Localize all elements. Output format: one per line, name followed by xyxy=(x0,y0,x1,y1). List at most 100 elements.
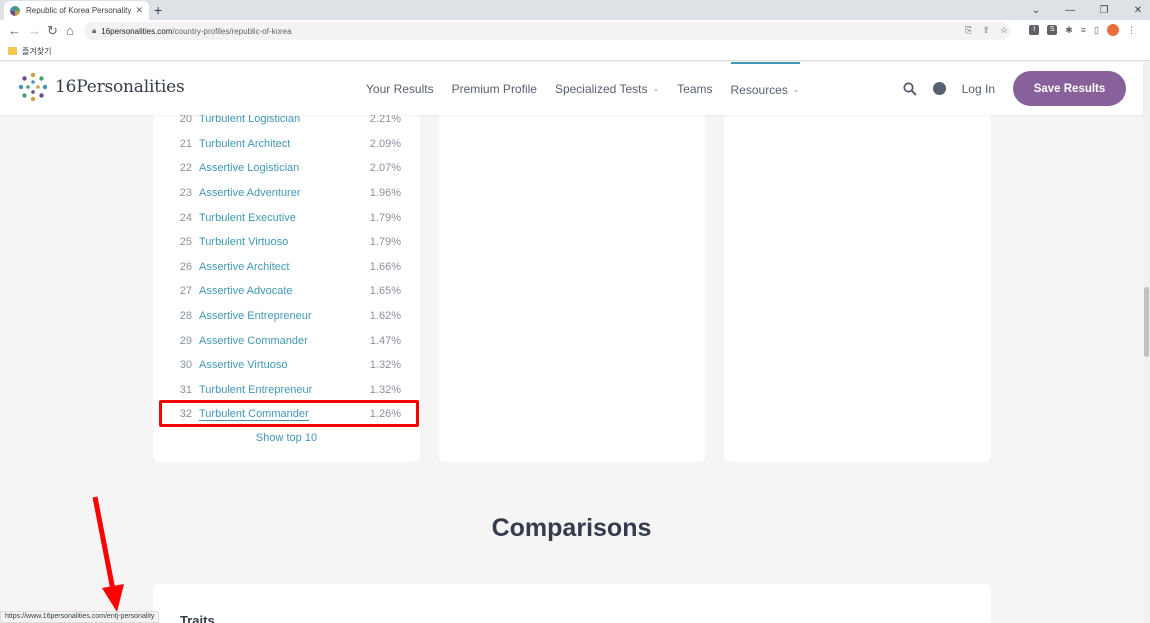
nav-premium-profile[interactable]: Premium Profile xyxy=(452,62,537,115)
personality-name: Turbulent Virtuoso xyxy=(199,236,289,249)
save-results-button[interactable]: Save Results xyxy=(1013,71,1126,106)
personality-name: Assertive Logistician xyxy=(199,162,300,175)
personality-link[interactable]: Assertive Entrepreneur xyxy=(199,310,369,322)
chevron-down-icon[interactable]: ⌄ xyxy=(1030,5,1042,16)
profile-avatar-icon[interactable] xyxy=(1107,24,1119,36)
ranking-row[interactable]: 23 Assertive Adventurer 1.96% xyxy=(153,181,420,206)
show-top-10-link[interactable]: Show top 10 xyxy=(153,432,420,444)
browser-tab[interactable]: Republic of Korea Personality P ✕ xyxy=(4,1,149,20)
personality-link[interactable]: Turbulent Logistician xyxy=(199,113,369,125)
personality-name: Turbulent Logistician xyxy=(199,113,301,126)
new-tab-button[interactable]: + xyxy=(154,1,162,19)
personality-link[interactable]: Turbulent Virtuoso xyxy=(199,236,369,248)
nav-label: Teams xyxy=(677,81,713,96)
menu-kebab-icon[interactable]: ⋮ xyxy=(1127,25,1136,36)
bookmarks-bar: 즐겨찾기 xyxy=(0,42,1150,61)
restore-icon[interactable]: ❐ xyxy=(1098,5,1110,16)
personality-link[interactable]: Turbulent Architect xyxy=(199,138,369,150)
nav-specialized-tests[interactable]: Specialized Tests ⌄ xyxy=(555,62,659,115)
site-logo[interactable]: 16Personalities xyxy=(17,71,185,103)
bookmark-folder-label[interactable]: 즐겨찾기 xyxy=(22,46,51,57)
site-header: 16Personalities Your Results Premium Pro… xyxy=(0,62,1143,115)
rank-number: 26 xyxy=(179,260,192,273)
comparisons-heading: Comparisons xyxy=(491,514,652,542)
nav-your-results[interactable]: Your Results xyxy=(366,62,434,115)
rank-percentage: 2.09% xyxy=(369,137,401,150)
share-icon[interactable]: ⇪ xyxy=(982,25,990,36)
rank-number: 21 xyxy=(179,137,192,150)
rank-percentage: 1.32% xyxy=(369,359,401,372)
personality-name: Turbulent Entrepreneur xyxy=(199,383,313,396)
header-actions: Log In Save Results xyxy=(903,71,1126,106)
ranking-row[interactable]: 21 Turbulent Architect 2.09% xyxy=(153,132,420,157)
rank-number: 20 xyxy=(179,113,192,126)
logo-text: 16Personalities xyxy=(55,77,185,97)
side-panel-icon[interactable]: ▯ xyxy=(1094,25,1099,36)
rank-number: 22 xyxy=(179,162,192,175)
logo-dots-icon xyxy=(18,72,48,102)
ranking-row[interactable]: 29 Assertive Commander 1.47% xyxy=(153,328,420,353)
bookmark-star-icon[interactable]: ☆ xyxy=(1000,25,1008,36)
ranking-row[interactable]: 27 Assertive Advocate 1.65% xyxy=(153,279,420,304)
rank-percentage: 2.07% xyxy=(369,162,401,175)
omnibox-actions: ⎘ ⇪ ☆ xyxy=(965,25,1008,36)
close-tab-icon[interactable]: ✕ xyxy=(135,5,143,16)
nav-teams[interactable]: Teams xyxy=(677,62,712,115)
ranking-row[interactable]: 31 Turbulent Entrepreneur 1.32% xyxy=(153,378,420,403)
home-icon[interactable]: ⌂ xyxy=(66,22,74,40)
personality-link[interactable]: Assertive Logistician xyxy=(199,162,369,174)
personality-link[interactable]: Assertive Commander xyxy=(199,335,369,347)
nav-resources[interactable]: Resources ⌄ xyxy=(730,62,800,115)
profile-card-empty xyxy=(724,100,991,462)
main-nav: Your Results Premium Profile Specialized… xyxy=(366,62,818,115)
personality-link[interactable]: Assertive Architect xyxy=(199,261,369,273)
chevron-down-icon: ⌄ xyxy=(652,84,660,93)
rank-percentage: 1.65% xyxy=(369,285,401,298)
ranking-row[interactable]: 25 Turbulent Virtuoso 1.79% xyxy=(153,230,420,255)
ranking-row[interactable]: 28 Assertive Entrepreneur 1.62% xyxy=(153,304,420,329)
forward-arrow-icon[interactable]: → xyxy=(28,22,41,40)
url-host: 16personalities.com xyxy=(101,26,173,36)
scrollbar-thumb[interactable] xyxy=(1144,287,1149,357)
personality-name: Turbulent Architect xyxy=(199,137,291,150)
personality-name: Assertive Adventurer xyxy=(199,187,301,200)
annotation-highlight-box xyxy=(159,400,419,427)
personality-link[interactable]: Assertive Advocate xyxy=(199,285,369,297)
address-bar[interactable]: 🔒︎ 16personalities.com/country-profiles/… xyxy=(84,22,1010,40)
ranking-row[interactable]: 24 Turbulent Executive 1.79% xyxy=(153,205,420,230)
personality-name: Assertive Architect xyxy=(199,260,290,273)
profile-card-empty xyxy=(439,100,705,462)
personality-link[interactable]: Assertive Adventurer xyxy=(199,187,369,199)
personality-link[interactable]: Turbulent Entrepreneur xyxy=(199,384,369,396)
lock-icon: 🔒︎ xyxy=(92,26,97,35)
globe-icon[interactable] xyxy=(932,82,946,95)
personality-name: Turbulent Executive xyxy=(199,211,296,224)
chevron-down-icon: ⌄ xyxy=(792,85,800,94)
personality-name: Assertive Commander xyxy=(199,334,308,347)
reload-icon[interactable]: ↻ xyxy=(47,22,58,40)
personality-name: Assertive Entrepreneur xyxy=(199,310,312,323)
extension-icon[interactable]: I xyxy=(1029,25,1040,35)
extension-icon[interactable]: S xyxy=(1047,25,1058,35)
ranking-row[interactable]: 30 Assertive Virtuoso 1.32% xyxy=(153,353,420,378)
close-window-icon[interactable]: ✕ xyxy=(1132,5,1144,16)
rank-percentage: 1.96% xyxy=(369,187,401,200)
rank-number: 25 xyxy=(179,236,192,249)
rank-number: 28 xyxy=(179,310,192,323)
login-link[interactable]: Log In xyxy=(962,82,995,96)
ranking-row[interactable]: 22 Assertive Logistician 2.07% xyxy=(153,156,420,181)
personality-link[interactable]: Assertive Virtuoso xyxy=(199,359,369,371)
search-icon[interactable] xyxy=(903,81,917,96)
page-scrollbar[interactable] xyxy=(1143,62,1150,623)
ranking-row[interactable]: 26 Assertive Architect 1.66% xyxy=(153,255,420,280)
translate-icon[interactable]: ⎘ xyxy=(965,25,972,36)
minimize-icon[interactable]: — xyxy=(1064,5,1076,16)
personality-link[interactable]: Turbulent Executive xyxy=(199,212,369,224)
traits-heading: Traits xyxy=(180,613,215,623)
back-arrow-icon[interactable]: ← xyxy=(8,22,21,40)
reading-list-icon[interactable]: ≡ xyxy=(1081,25,1086,35)
link-status-bar: https://www.16personalities.com/entj-per… xyxy=(0,611,160,623)
puzzle-extensions-icon[interactable]: ✱ xyxy=(1065,25,1073,36)
site-favicon-icon xyxy=(10,5,20,16)
nav-label: Resources xyxy=(730,82,788,97)
